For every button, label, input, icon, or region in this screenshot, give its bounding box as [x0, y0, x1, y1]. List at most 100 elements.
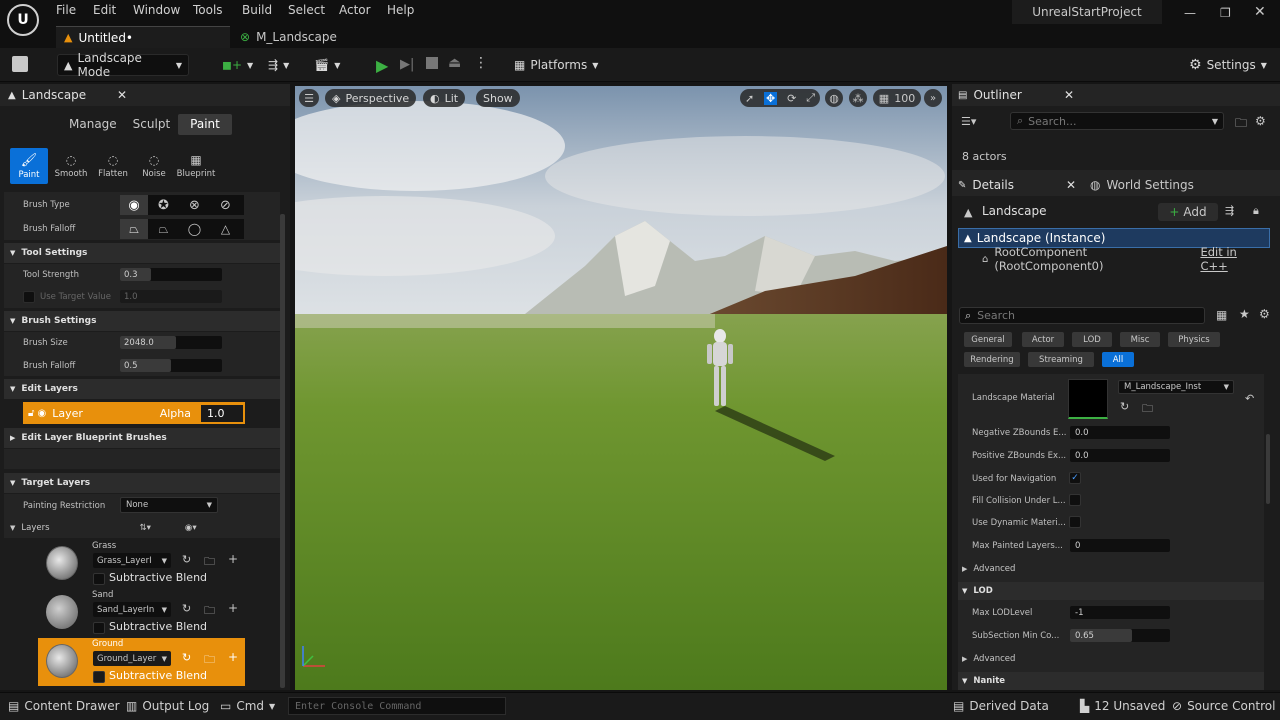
- advanced-row[interactable]: ▶ Advanced: [958, 560, 1264, 578]
- edit-layers-header[interactable]: ▼ Edit Layers: [4, 379, 280, 399]
- table-view-icon[interactable]: ▦: [1216, 308, 1227, 322]
- mode-dropdown[interactable]: ▲ Landscape Mode ▼: [57, 51, 189, 79]
- tool-strength-field[interactable]: 0.3: [120, 268, 222, 281]
- menu-window[interactable]: Window: [133, 3, 180, 17]
- tool-settings-header[interactable]: ▼ Tool Settings: [4, 243, 280, 263]
- brush-falloff-field[interactable]: 0.5: [120, 359, 222, 372]
- blueprint-button[interactable]: ⇶ ▼: [262, 54, 295, 76]
- content-drawer-button[interactable]: ▤ Content Drawer: [8, 699, 120, 713]
- tool-paint[interactable]: 🖌︎ Paint: [10, 148, 48, 184]
- close-window-icon[interactable]: ✕: [1254, 4, 1266, 20]
- tool-smooth[interactable]: ◌ Smooth: [53, 148, 89, 184]
- add-icon[interactable]: +: [228, 552, 238, 566]
- edit-layer-bp-header[interactable]: ▶ Edit Layer Blueprint Brushes: [4, 428, 280, 448]
- unreal-logo-icon[interactable]: U: [7, 4, 39, 36]
- category-actor[interactable]: Actor: [1022, 332, 1064, 347]
- nanite-section-header[interactable]: ▼ Nanite: [958, 672, 1264, 690]
- add-component-button[interactable]: + Add: [1158, 203, 1218, 221]
- settings-icon[interactable]: ⚙: [1255, 114, 1266, 128]
- menu-help[interactable]: Help: [387, 3, 414, 17]
- subsection-min-field[interactable]: 0.65: [1070, 629, 1170, 642]
- target-layers-header[interactable]: ▼ Target Layers: [4, 473, 280, 493]
- folder-icon[interactable]: 🗀: [204, 553, 215, 572]
- menu-tools[interactable]: Tools: [193, 3, 223, 17]
- doc-tab-m-landscape[interactable]: ⊗ M_Landscape: [232, 26, 345, 48]
- browse-icon[interactable]: ↻: [182, 553, 191, 566]
- surface-snap-icon[interactable]: ⁂: [849, 89, 867, 107]
- rotate-icon[interactable]: ⟳: [787, 92, 796, 105]
- layer-info-dropdown[interactable]: Sand_LayerIn ▼: [93, 602, 171, 617]
- visibility-icon[interactable]: ◉▾: [185, 523, 197, 533]
- menu-select[interactable]: Select: [288, 3, 325, 17]
- tool-blueprint[interactable]: ▦ Blueprint: [176, 148, 216, 184]
- cmd-button[interactable]: ▭ Cmd ▼: [220, 699, 275, 713]
- cinematics-button[interactable]: 🎬︎ ▼: [308, 54, 346, 76]
- menu-edit[interactable]: Edit: [93, 3, 116, 17]
- material-thumbnail[interactable]: [1068, 379, 1108, 419]
- reset-arrow-icon[interactable]: ↶: [1245, 392, 1254, 405]
- browse-icon[interactable]: ↻: [182, 602, 191, 615]
- tool-flatten[interactable]: ◌ Flatten: [95, 148, 131, 184]
- category-physics[interactable]: Physics: [1168, 332, 1220, 347]
- negative-zbounds-field[interactable]: 0.0: [1070, 426, 1170, 439]
- details-tab[interactable]: ✎ Details ✕: [952, 174, 1084, 196]
- use-target-value-checkbox[interactable]: [23, 291, 35, 303]
- category-all[interactable]: All: [1102, 352, 1134, 367]
- level-viewport[interactable]: ☰ ◈ Perspective ◐ Lit Show ➚ ✥ ⟳ ⤢ ◍ ⁂ ▦ 10…: [295, 86, 947, 690]
- unsaved-button[interactable]: ▙ 12 Unsaved: [1080, 699, 1165, 713]
- save-icon[interactable]: [12, 56, 28, 72]
- select-icon[interactable]: ➚: [745, 92, 754, 105]
- category-rendering[interactable]: Rendering: [964, 352, 1020, 367]
- alpha-field[interactable]: 1.0: [201, 404, 243, 422]
- scale-icon[interactable]: ⤢: [806, 91, 815, 105]
- use-selected-icon[interactable]: ↻: [1120, 400, 1129, 413]
- layer-info-dropdown[interactable]: Ground_Layer ▼: [93, 651, 171, 666]
- details-scrollbar[interactable]: [1266, 434, 1270, 504]
- lod-section-header[interactable]: ▼ LOD: [958, 582, 1264, 600]
- root-component-row[interactable]: ⌂ RootComponent (RootComponent0) Edit in…: [982, 245, 1272, 273]
- tool-noise[interactable]: ◌ Noise: [136, 148, 172, 184]
- brush-alpha-icon[interactable]: ✪: [148, 195, 179, 215]
- folder-icon[interactable]: 🗀: [1235, 114, 1247, 135]
- subtractive-blend-checkbox[interactable]: [93, 671, 105, 683]
- details-search[interactable]: ⌕ Search: [959, 307, 1205, 324]
- viewport-menu-button[interactable]: ☰: [299, 89, 319, 107]
- folder-icon[interactable]: 🗀: [204, 651, 215, 670]
- folder-icon[interactable]: 🗀: [204, 602, 215, 621]
- layers-header[interactable]: ▼ Layers ⇅▾ ◉▾: [4, 518, 280, 538]
- maximize-icon[interactable]: ❐: [1220, 6, 1231, 20]
- layer-info-dropdown[interactable]: Grass_LayerI ▼: [93, 553, 171, 568]
- close-tab-icon[interactable]: ✕: [117, 88, 127, 102]
- play-icon[interactable]: ▶: [376, 56, 388, 75]
- outliner-tab[interactable]: ▤ Outliner ✕: [952, 84, 1082, 106]
- eject-icon[interactable]: ⏏: [448, 55, 461, 71]
- landscape-panel-tab[interactable]: ▲ Landscape ✕: [0, 84, 135, 106]
- sort-icon[interactable]: ⇅▾: [140, 523, 151, 533]
- subtractive-blend-checkbox[interactable]: [93, 573, 105, 585]
- world-space-icon[interactable]: ◍: [825, 89, 843, 107]
- panel-scrollbar[interactable]: [280, 214, 285, 688]
- fill-collision-checkbox[interactable]: [1069, 494, 1081, 506]
- subtractive-blend-checkbox[interactable]: [93, 622, 105, 634]
- close-tab-icon[interactable]: ✕: [1066, 178, 1076, 192]
- close-tab-icon[interactable]: ✕: [1064, 88, 1074, 102]
- expand-toolbar-icon[interactable]: »: [924, 89, 942, 107]
- layer-ground[interactable]: Ground Ground_Layer ▼ ↻ 🗀 + Subtractive B…: [38, 638, 245, 686]
- menu-actor[interactable]: Actor: [339, 3, 371, 17]
- max-painted-layers-field[interactable]: 0: [1070, 539, 1170, 552]
- doc-tab-untitled[interactable]: ▲ Untitled•: [56, 26, 230, 48]
- advance-frame-icon[interactable]: ▶|: [400, 57, 414, 72]
- console-input[interactable]: Enter Console Command: [288, 697, 506, 715]
- advanced-lod-row[interactable]: ▶ Advanced: [958, 650, 1264, 668]
- blueprint-icon[interactable]: ⇶: [1225, 204, 1234, 217]
- brush-circle-icon[interactable]: ◉: [120, 195, 148, 215]
- add-actor-button[interactable]: ◼+ ▼: [216, 54, 259, 76]
- perspective-button[interactable]: ◈ Perspective: [325, 89, 417, 107]
- layer-grass[interactable]: Grass Grass_LayerI ▼ ↻ 🗀 + Subtractive Bl…: [38, 540, 245, 588]
- brush-component-icon[interactable]: ⊘: [210, 195, 241, 215]
- more-options-icon[interactable]: ⋮: [474, 55, 488, 71]
- show-button[interactable]: Show: [476, 89, 520, 107]
- falloff-tip-icon[interactable]: △: [210, 219, 241, 239]
- output-log-button[interactable]: ▥ Output Log: [126, 699, 209, 713]
- category-general[interactable]: General: [964, 332, 1012, 347]
